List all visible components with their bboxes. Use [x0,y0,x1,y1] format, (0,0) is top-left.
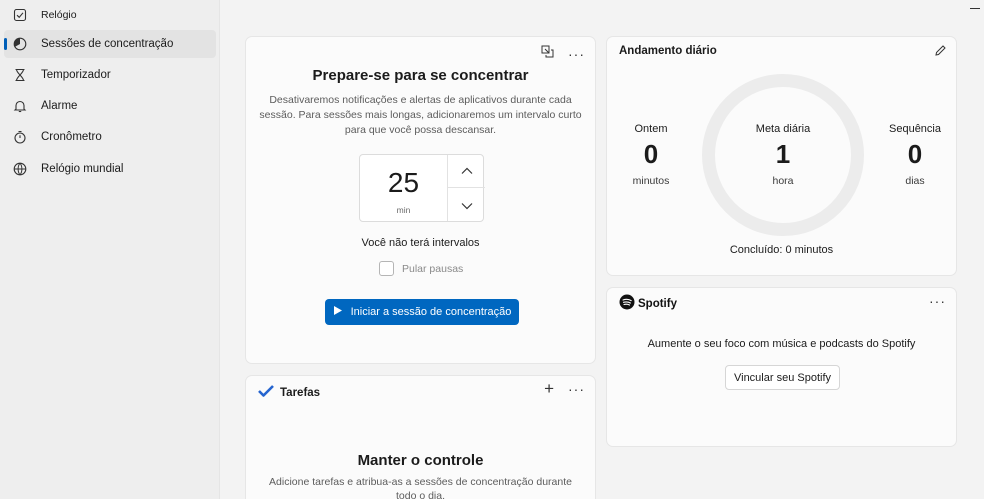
streak-unit: dias [905,175,925,187]
sidebar-item-label: Cronômetro [41,131,102,143]
chevron-up-icon [461,162,473,180]
daily-goal-unit: hora [772,175,794,187]
decrease-duration-button[interactable] [448,189,485,222]
breaks-info: Você não terá intervalos [361,237,480,249]
skip-breaks-label: Pular pausas [402,262,464,275]
focus-session-card: ··· Prepare-se para se concentrar Desati… [245,36,596,364]
skip-breaks-checkbox[interactable] [379,261,394,276]
hourglass-icon [12,67,28,83]
sidebar-item-label: Alarme [41,100,78,112]
stopwatch-icon [12,129,28,145]
tasks-header: Tarefas [258,384,320,402]
yesterday-unit: minutos [632,175,670,187]
daily-goal-value: 1 [775,139,791,169]
daily-progress-title: Andamento diário [619,45,717,57]
sidebar-item-focus-sessions[interactable]: Sessões de concentração [4,30,216,58]
spotify-logo: Spotify [619,294,677,313]
yesterday-stat: Ontem 0 minutos [621,123,681,187]
focus-description: Desativaremos notificações e alertas de … [259,94,582,136]
spotify-brand: Spotify [638,297,677,310]
globe-icon [12,161,28,177]
focus-title: Prepare-se para se concentrar [312,67,529,84]
increase-duration-button[interactable] [448,155,485,188]
tasks-title: Manter o controle [357,452,484,469]
spotify-description: Aumente o seu foco com música e podcasts… [647,338,916,350]
daily-progress-card: Andamento diário Ontem 0 minutos Meta di… [606,36,957,276]
chevron-down-icon [461,197,473,215]
sidebar-item-label: Relógio [41,9,77,21]
sidebar-nav: Relógio Sessões de concentração Temporiz… [0,0,220,499]
yesterday-value: 0 [643,139,659,169]
sidebar-item-label: Sessões de concentração [41,38,174,50]
play-icon [333,305,343,319]
bell-icon [12,98,28,114]
streak-stat: Sequência 0 dias [883,123,947,187]
daily-goal-stat: Meta diária 1 hora [743,123,823,187]
daily-goal-label: Meta diária [755,123,811,135]
edit-pencil-icon[interactable] [934,44,947,62]
more-options-button[interactable]: ··· [929,294,946,308]
focus-icon [12,36,28,52]
more-options-button[interactable]: ··· [568,47,585,61]
spotify-card: Spotify ··· Aumente o seu foco com músic… [606,287,957,447]
compact-view-icon[interactable] [541,45,554,63]
tasks-brand: Tarefas [280,387,321,399]
sidebar-item-stopwatch[interactable]: Cronômetro [4,123,216,151]
sidebar-item-label: Relógio mundial [41,163,124,175]
more-options-button[interactable]: ··· [568,382,585,396]
streak-label: Sequência [889,123,941,135]
sidebar-item-alarm[interactable]: Alarme [4,92,216,120]
minimize-button[interactable] [970,8,980,9]
add-icon[interactable]: + [544,380,554,397]
start-button-label: Iniciar a sessão de concentração [350,306,512,318]
duration-stepper[interactable]: 25 min [359,154,485,222]
sidebar-item-world-clock[interactable]: Relógio mundial [4,155,216,183]
tasks-card: Tarefas + ··· Manter o controle Adicione… [245,375,596,499]
yesterday-label: Ontem [634,123,668,135]
todo-check-icon [258,384,274,402]
streak-value: 0 [907,139,923,169]
sidebar-item-timer[interactable]: Temporizador [4,61,216,89]
clipboard-check-icon [12,7,28,23]
sidebar-item-clock[interactable]: Relógio [4,1,216,29]
sidebar-item-label: Temporizador [41,69,111,81]
duration-display: 25 min [360,155,447,221]
start-focus-session-button[interactable]: Iniciar a sessão de concentração [325,299,519,325]
link-spotify-button[interactable]: Vincular seu Spotify [725,365,840,390]
duration-value: 25 [387,167,420,198]
tasks-description: Adicione tarefas e atribua-as a sessões … [269,476,572,499]
spotify-icon [619,294,635,313]
completed-text: Concluído: 0 minutos [729,244,834,256]
skip-breaks-option[interactable]: Pular pausas [379,261,463,276]
duration-unit: min [396,205,411,215]
main-content: ··· Prepare-se para se concentrar Desati… [221,0,984,499]
